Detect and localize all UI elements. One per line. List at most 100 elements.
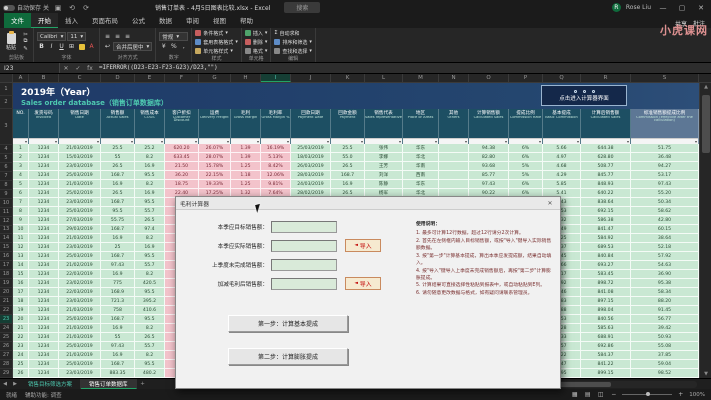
cell[interactable]: 59.04	[631, 360, 699, 369]
select-all-corner[interactable]	[0, 74, 13, 82]
sort-filter-button[interactable]: 排序和筛选 ▾	[274, 38, 312, 46]
cell[interactable]: 692.15	[581, 207, 631, 216]
cell[interactable]: 16.9	[331, 180, 365, 189]
cell[interactable]: 21.50	[165, 162, 199, 171]
cell[interactable]: 758	[101, 306, 135, 315]
wrap-text-button[interactable]: ↩	[103, 42, 112, 51]
step-button-1[interactable]: 第一步：计算基本提成	[228, 315, 348, 332]
cell[interactable]: 1234	[29, 369, 59, 378]
cell[interactable]: 17	[13, 288, 29, 297]
cell[interactable]: 1234	[29, 360, 59, 369]
cell[interactable]: 38.64	[631, 234, 699, 243]
row-number-6[interactable]: 6	[0, 162, 13, 172]
cell[interactable]: 23/03/2019	[59, 297, 101, 306]
column-letter-E[interactable]: E	[135, 74, 165, 82]
cell[interactable]: 23	[13, 342, 29, 351]
cell[interactable]: 8.2	[135, 324, 165, 333]
cell[interactable]: 845.77	[581, 171, 631, 180]
cell[interactable]: 16.9	[101, 180, 135, 189]
cell[interactable]: 19	[13, 306, 29, 315]
cell[interactable]: 8.2	[135, 153, 165, 162]
cell[interactable]: 21/03/2019	[59, 351, 101, 360]
font-size-select[interactable]: 11 ▾	[67, 32, 87, 41]
cell[interactable]: 37.85	[631, 351, 699, 360]
cell[interactable]: 23/03/2019	[59, 198, 101, 207]
cell[interactable]: 55.7	[135, 342, 165, 351]
row-number-1[interactable]: 1	[0, 83, 13, 96]
font-color-button[interactable]: A	[87, 42, 96, 51]
cut-button[interactable]: ✂	[21, 31, 30, 38]
ribbon-tab-页面布局[interactable]: 页面布局	[85, 13, 125, 28]
cell[interactable]: 19.33%	[199, 180, 231, 189]
cell[interactable]: 1.39	[231, 144, 261, 153]
cell[interactable]: 168.7	[101, 225, 135, 234]
cell[interactable]: 633.45	[165, 153, 199, 162]
delete-cells-button[interactable]: 删除 ▾	[244, 38, 267, 46]
fx-icon[interactable]: fx	[84, 65, 96, 72]
cell[interactable]: 60.15	[631, 225, 699, 234]
zoom-in-icon[interactable]: +	[676, 391, 685, 398]
cell[interactable]: 168.7	[101, 171, 135, 180]
ribbon-tab-开始[interactable]: 开始	[31, 13, 58, 28]
cell[interactable]: 21/02/2019	[59, 261, 101, 270]
cell[interactable]: 5.85	[543, 180, 581, 189]
cell[interactable]: 841.08	[581, 288, 631, 297]
cell[interactable]: 1234	[29, 270, 59, 279]
horizontal-scrollbar[interactable]	[547, 380, 697, 388]
cell[interactable]: 168.7	[101, 360, 135, 369]
cell[interactable]	[439, 162, 469, 171]
column-letter-P[interactable]: P	[509, 74, 543, 82]
normal-view-icon[interactable]: ▦	[570, 391, 579, 398]
cell[interactable]: 15	[13, 270, 29, 279]
column-letter-B[interactable]: B	[29, 74, 59, 82]
cell[interactable]: 95.38	[631, 279, 699, 288]
cell[interactable]: 1234	[29, 198, 59, 207]
row-number-27[interactable]: 27	[0, 351, 13, 361]
cell[interactable]: 4.29	[543, 171, 581, 180]
row-number-29[interactable]: 29	[0, 369, 13, 378]
copy-button[interactable]: ⧉	[21, 38, 30, 45]
cell[interactable]: 1234	[29, 207, 59, 216]
cell[interactable]: 12	[13, 243, 29, 252]
ribbon-tab-插入[interactable]: 插入	[58, 13, 85, 28]
cell[interactable]: 23/03/2019	[59, 243, 101, 252]
cell[interactable]: 23/03/2019	[59, 162, 101, 171]
cell[interactable]: 841.22	[581, 360, 631, 369]
cell[interactable]: 6%	[509, 153, 543, 162]
cell[interactable]: 李娜	[365, 153, 403, 162]
cell[interactable]: 5.66	[543, 144, 581, 153]
cell[interactable]: 55.7	[135, 261, 165, 270]
cell[interactable]: 6	[13, 189, 29, 198]
cell[interactable]: 897.15	[581, 297, 631, 306]
cell[interactable]: 840.84	[581, 252, 631, 261]
cell[interactable]: 689.53	[581, 243, 631, 252]
cell[interactable]: 4	[13, 171, 29, 180]
cell[interactable]: 27/03/2019	[59, 216, 101, 225]
cell[interactable]: 95.5	[135, 288, 165, 297]
cell[interactable]: 97.43	[469, 180, 509, 189]
cell[interactable]: 8.2	[135, 270, 165, 279]
cell-styles-button[interactable]: 单元格样式 ▾	[195, 47, 238, 55]
cell[interactable]	[439, 144, 469, 153]
cell[interactable]: 华东	[403, 180, 439, 189]
cell[interactable]: 4.97	[543, 153, 581, 162]
cell[interactable]: 25/03/2019	[59, 252, 101, 261]
cell[interactable]: 1234	[29, 279, 59, 288]
cell[interactable]: 36.90	[631, 270, 699, 279]
cell[interactable]: 620.20	[165, 144, 199, 153]
cell[interactable]: 98.52	[631, 369, 699, 378]
cell[interactable]: 25/03/2019	[59, 360, 101, 369]
row-number-23[interactable]: 23	[0, 315, 13, 325]
dialog-title-bar[interactable]: 毛利计算器 ✕	[176, 197, 560, 210]
cell[interactable]: 16.9	[101, 324, 135, 333]
row-number-21[interactable]: 21	[0, 297, 13, 307]
column-letter-K[interactable]: K	[331, 74, 365, 82]
cell[interactable]: 480.2	[135, 369, 165, 378]
row-number-20[interactable]: 20	[0, 288, 13, 298]
cell[interactable]: 26.07%	[199, 144, 231, 153]
row-number-10[interactable]: 10	[0, 198, 13, 208]
cell[interactable]: 1234	[29, 162, 59, 171]
ribbon-tab-公式[interactable]: 公式	[125, 13, 152, 28]
cell[interactable]: 12.06%	[261, 171, 291, 180]
font-name-select[interactable]: Calibri ▾	[37, 32, 67, 41]
